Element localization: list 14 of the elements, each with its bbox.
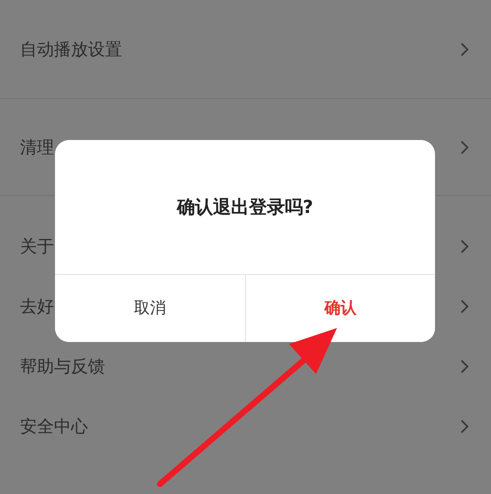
settings-label: 自动播放设置 <box>20 38 122 60</box>
chevron-icon[interactable] <box>460 140 469 154</box>
settings-label: 关于 <box>20 236 54 258</box>
chevron-icon[interactable] <box>460 42 469 56</box>
dialog-title: 确认退出登录吗? <box>176 196 314 220</box>
chevron-icon[interactable] <box>460 298 469 314</box>
settings-label: 安全中心 <box>20 416 88 438</box>
settings-label: 帮助与反馈 <box>20 356 105 378</box>
chevron-icon[interactable] <box>460 418 469 434</box>
cancel-button[interactable]: 取消 <box>55 275 246 342</box>
settings-label: 去好 <box>20 296 54 318</box>
chevron-icon[interactable] <box>460 358 469 374</box>
settings-label: 清理 <box>20 136 54 158</box>
chevron-icon[interactable] <box>460 238 469 254</box>
